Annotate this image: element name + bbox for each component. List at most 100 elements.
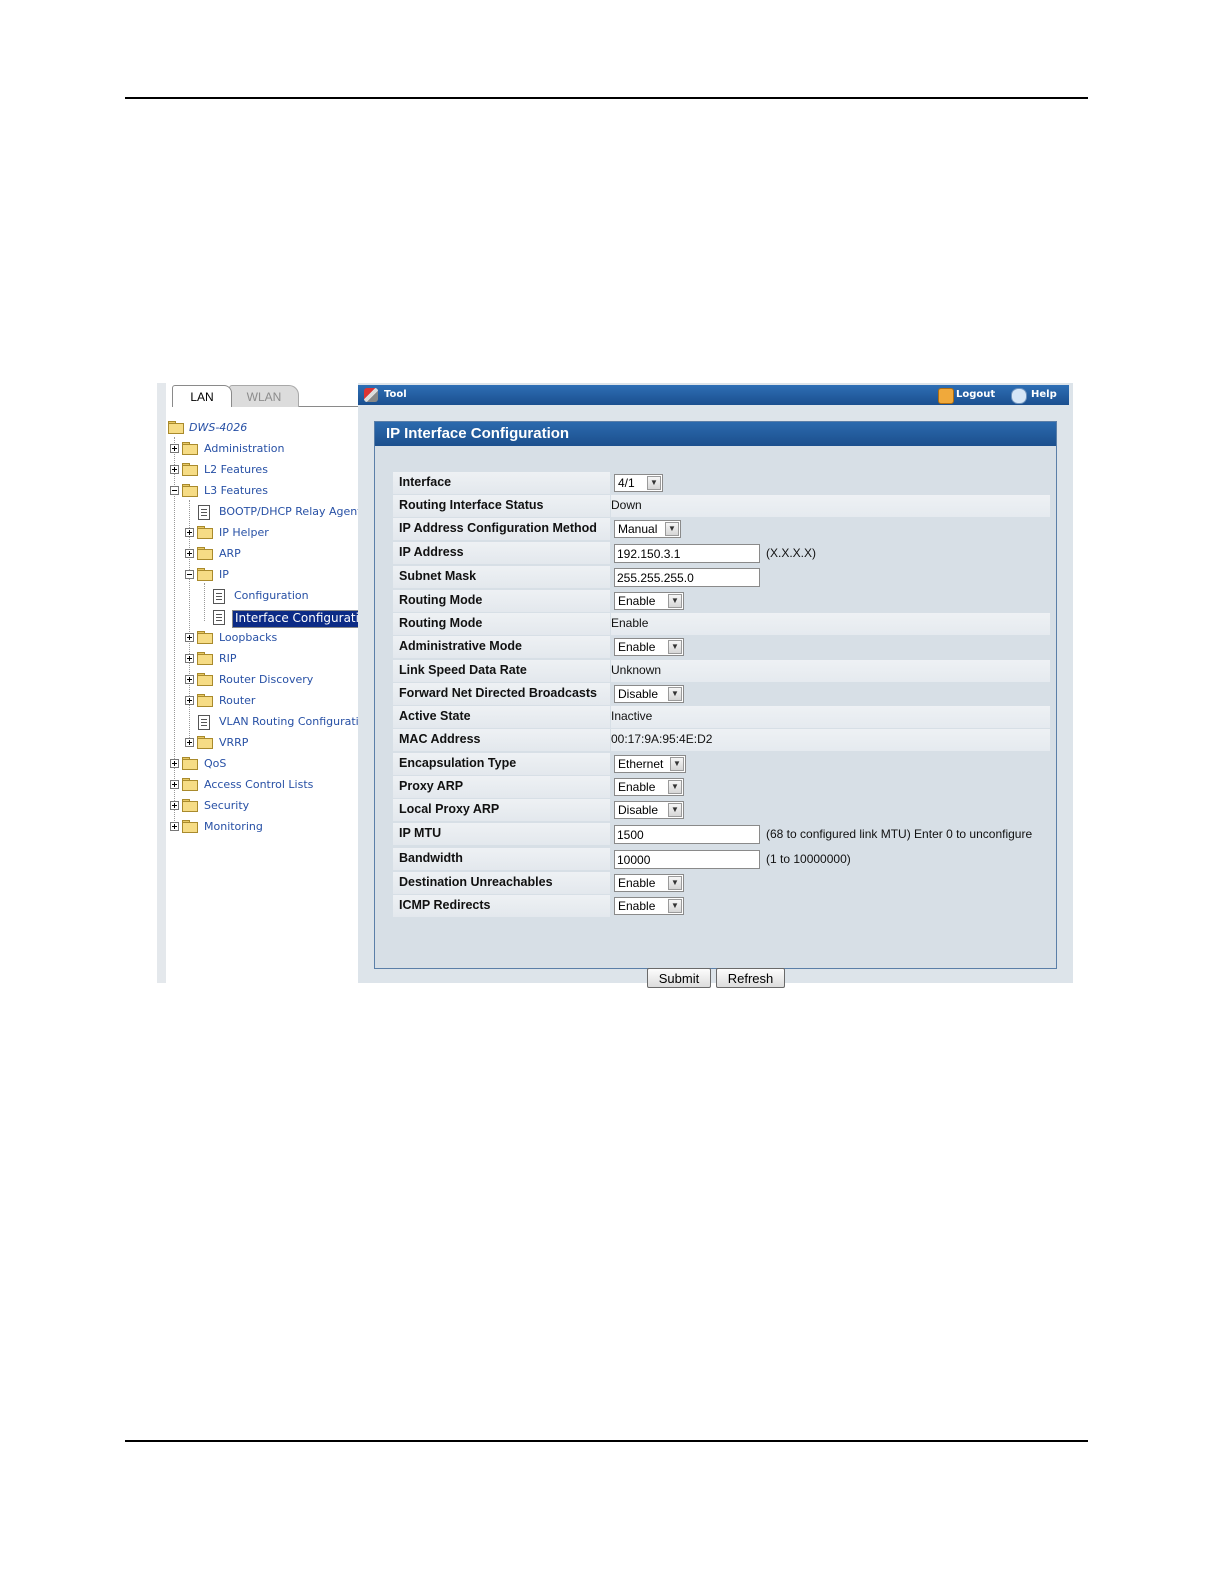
- content-area: Tool Logout Help IP Interface Configurat…: [358, 383, 1073, 988]
- icmp-redirects-select[interactable]: Enable ▼: [614, 897, 684, 915]
- routing-mode-select[interactable]: Enable ▼: [614, 592, 684, 610]
- routing-mode-status-value: Enable: [611, 616, 649, 630]
- administrative-mode-select[interactable]: Enable ▼: [614, 638, 684, 656]
- form-row-administrative-mode: Administrative Mode Enable ▼: [393, 636, 1050, 658]
- submit-button[interactable]: Submit: [647, 968, 711, 988]
- folder-icon: [182, 442, 198, 455]
- collapse-icon[interactable]: [170, 486, 179, 495]
- page-icon: [213, 610, 225, 625]
- expand-icon[interactable]: [185, 738, 194, 747]
- administrative-mode-label: Administrative Mode: [393, 636, 610, 658]
- tree-root-label: DWS-4026: [189, 421, 248, 434]
- subnet-mask-label: Subnet Mask: [393, 566, 610, 588]
- form-row-destination-unreachables: Destination Unreachables Enable ▼: [393, 872, 1050, 894]
- link-speed-value: Unknown: [611, 663, 662, 677]
- bandwidth-input[interactable]: [614, 850, 760, 869]
- expand-icon[interactable]: [185, 528, 194, 537]
- form-row-local-proxy-arp: Local Proxy ARP Disable ▼: [393, 799, 1050, 821]
- encapsulation-type-select[interactable]: Ethernet ▼: [614, 755, 686, 773]
- chevron-down-icon: ▼: [668, 899, 682, 913]
- expand-icon[interactable]: [170, 465, 179, 474]
- routing-mode-value: Enable: [618, 594, 656, 608]
- encapsulation-type-value: Ethernet: [618, 757, 664, 771]
- expand-icon[interactable]: [185, 549, 194, 558]
- expand-icon[interactable]: [185, 696, 194, 705]
- page-icon: [198, 715, 210, 730]
- local-proxy-arp-label: Local Proxy ARP: [393, 799, 610, 821]
- forward-broadcasts-value: Disable: [618, 687, 659, 701]
- ip-mtu-input[interactable]: [614, 825, 760, 844]
- form-row-icmp-redirects: ICMP Redirects Enable ▼: [393, 895, 1050, 917]
- mac-address-label: MAC Address: [393, 729, 610, 751]
- icmp-redirects-label: ICMP Redirects: [393, 895, 610, 917]
- row-value-background: [611, 660, 1050, 682]
- tree-item-label: IP: [219, 568, 229, 581]
- encapsulation-type-label: Encapsulation Type: [393, 753, 610, 775]
- bandwidth-hint: (1 to 10000000): [766, 852, 851, 866]
- expand-icon[interactable]: [170, 822, 179, 831]
- tool-icon: [364, 388, 378, 402]
- local-proxy-arp-select[interactable]: Disable ▼: [614, 801, 684, 819]
- app-screenshot: LAN WLAN DWS-4026 Administration L2 Feat…: [157, 383, 1073, 988]
- tree-item-label: Router Discovery: [219, 673, 314, 686]
- form-row-mac-address: MAC Address 00:17:9A:95:4E:D2: [393, 729, 1050, 751]
- forward-broadcasts-label: Forward Net Directed Broadcasts: [393, 683, 610, 705]
- ip-interface-config-panel: IP Interface Configuration Interface 4/1…: [374, 421, 1057, 988]
- form-row-encapsulation-type: Encapsulation Type Ethernet ▼: [393, 753, 1050, 775]
- expand-icon[interactable]: [170, 780, 179, 789]
- routing-interface-status-label: Routing Interface Status: [393, 495, 610, 517]
- expand-icon[interactable]: [185, 675, 194, 684]
- ip-config-method-value: Manual: [618, 522, 658, 536]
- row-value-background: [611, 706, 1050, 728]
- folder-icon: [197, 631, 213, 644]
- tree-item-label-selected: Interface Configuration: [232, 610, 358, 628]
- page-bottom-rule: [125, 1440, 1088, 1442]
- destination-unreachables-select[interactable]: Enable ▼: [614, 874, 684, 892]
- tree-item-label: ARP: [219, 547, 241, 560]
- expand-icon[interactable]: [185, 654, 194, 663]
- collapse-icon[interactable]: [185, 570, 194, 579]
- folder-icon: [197, 547, 213, 560]
- proxy-arp-select[interactable]: Enable ▼: [614, 778, 684, 796]
- tree-item-label: Configuration: [234, 589, 309, 602]
- tree-item-label: IP Helper: [219, 526, 269, 539]
- folder-icon: [197, 673, 213, 686]
- row-value-background: [611, 613, 1050, 635]
- tree-item-label: Monitoring: [204, 820, 263, 833]
- form-row-ip-mtu: IP MTU (68 to configured link MTU) Enter…: [393, 823, 1050, 845]
- expand-icon[interactable]: [170, 444, 179, 453]
- chevron-down-icon: ▼: [668, 640, 682, 654]
- open-folder-icon: [168, 421, 184, 434]
- expand-icon[interactable]: [170, 801, 179, 810]
- folder-icon: [197, 652, 213, 665]
- link-speed-label: Link Speed Data Rate: [393, 660, 610, 682]
- expand-icon[interactable]: [170, 759, 179, 768]
- icmp-redirects-value: Enable: [618, 899, 656, 913]
- logout-icon: [938, 388, 954, 404]
- form-row-link-speed: Link Speed Data Rate Unknown: [393, 660, 1050, 682]
- ip-config-method-select[interactable]: Manual ▼: [614, 520, 681, 538]
- folder-icon: [197, 526, 213, 539]
- forward-broadcasts-select[interactable]: Disable ▼: [614, 685, 684, 703]
- refresh-button[interactable]: Refresh: [716, 968, 785, 988]
- row-value-background: [611, 495, 1050, 517]
- chevron-down-icon: ▼: [668, 687, 682, 701]
- chevron-down-icon: ▼: [668, 876, 682, 890]
- tree-item-label: Loopbacks: [219, 631, 278, 644]
- tree-item-label: Router: [219, 694, 256, 707]
- expand-icon[interactable]: [185, 633, 194, 642]
- routing-interface-status-value: Down: [611, 498, 642, 512]
- form-row-interface: Interface 4/1 ▼: [393, 472, 1050, 494]
- chevron-down-icon: ▼: [668, 780, 682, 794]
- tab-lan[interactable]: LAN: [172, 385, 232, 407]
- interface-select-value: 4/1: [618, 476, 635, 490]
- ip-address-input[interactable]: [614, 544, 760, 563]
- folder-icon: [182, 463, 198, 476]
- tree-item-label: VLAN Routing Configuration: [219, 715, 358, 728]
- subnet-mask-input[interactable]: [614, 568, 760, 587]
- folder-icon: [182, 757, 198, 770]
- toolbar: Tool Logout Help: [358, 385, 1069, 405]
- active-state-label: Active State: [393, 706, 610, 728]
- interface-select[interactable]: 4/1 ▼: [614, 474, 663, 492]
- tab-wlan[interactable]: WLAN: [229, 385, 299, 407]
